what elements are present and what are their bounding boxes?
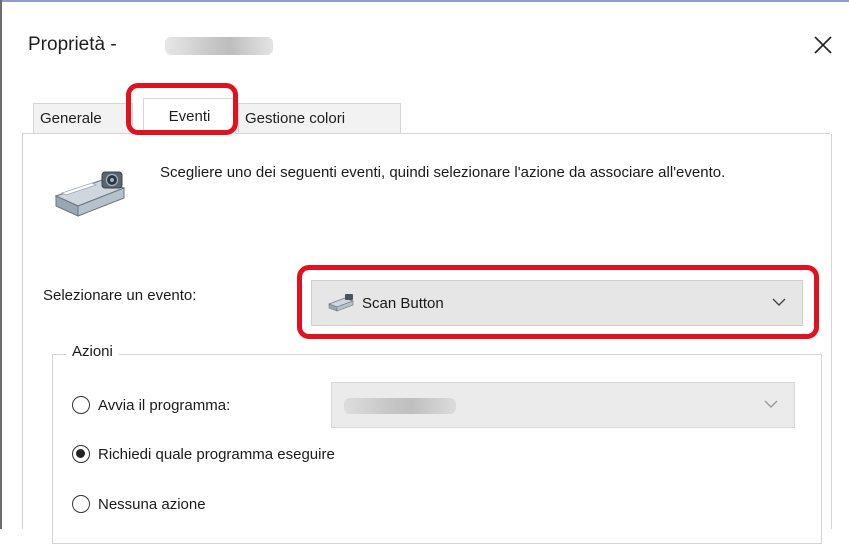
- window-title: Proprietà -: [28, 34, 117, 55]
- close-button[interactable]: [808, 28, 838, 62]
- chevron-down-icon: [772, 298, 786, 306]
- window-top-border: [0, 0, 849, 2]
- properties-dialog: Proprietà - Generale Gestione colori Eve…: [0, 0, 849, 544]
- program-select[interactable]: [331, 382, 795, 428]
- tab-eventi-label: Eventi: [168, 107, 211, 125]
- radio-avvia-programma[interactable]: Avvia il programma:: [72, 396, 230, 414]
- tab-generale-label: Generale: [40, 110, 102, 127]
- window-left-border: [0, 0, 2, 529]
- tab-generale[interactable]: Generale: [33, 103, 133, 133]
- close-icon: [814, 36, 832, 54]
- radio-richiedi-programma[interactable]: Richiedi quale programma eseguire: [72, 445, 335, 463]
- radio-richiedi-programma-control[interactable]: [72, 445, 90, 463]
- chevron-down-icon: [764, 400, 778, 408]
- radio-avvia-programma-control[interactable]: [72, 396, 90, 414]
- radio-avvia-programma-label: Avvia il programma:: [98, 396, 231, 414]
- events-description: Scegliere uno dei seguenti eventi, quind…: [160, 164, 726, 181]
- event-select[interactable]: Scan Button: [311, 280, 803, 326]
- scanner-small-icon: [328, 294, 354, 312]
- tab-gestione-colori-label: Gestione colori: [245, 110, 346, 127]
- actions-group-title: Azioni: [66, 343, 119, 360]
- radio-richiedi-programma-label: Richiedi quale programma eseguire: [98, 445, 335, 463]
- tab-eventi[interactable]: Eventi: [143, 98, 236, 134]
- tab-gestione-colori[interactable]: Gestione colori: [238, 103, 401, 133]
- redacted-program-name: [344, 398, 456, 414]
- event-select-value: Scan Button: [362, 294, 444, 312]
- scanner-icon: [54, 171, 126, 217]
- redacted-device-name: [165, 37, 273, 55]
- event-select-label: Selezionare un evento:: [43, 287, 197, 304]
- radio-nessuna-azione-label: Nessuna azione: [98, 495, 206, 513]
- radio-nessuna-azione-control[interactable]: [72, 495, 90, 513]
- radio-nessuna-azione[interactable]: Nessuna azione: [72, 495, 206, 513]
